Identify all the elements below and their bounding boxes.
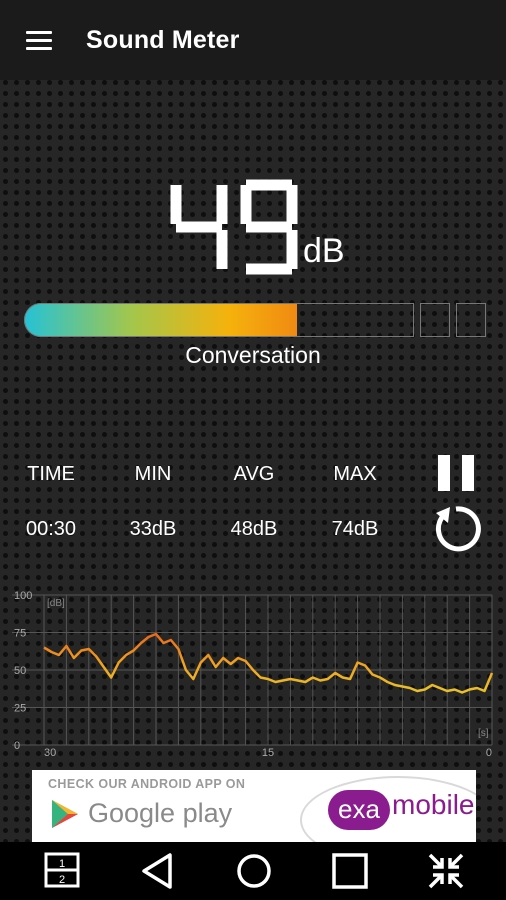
sound-history-chart: 100 75 50 25 0 30 15 0 [dB] [s] [12,590,494,759]
google-play-text: Google play [88,798,233,828]
x-tick-label: 15 [262,747,274,759]
avg-value: 48dB [230,518,278,540]
collapse-icon[interactable] [416,842,476,900]
reset-icon[interactable] [430,503,482,555]
ad-header-text: CHECK OUR ANDROID APP ON [48,777,246,791]
level-meter-segment [420,303,450,337]
max-header: MAX [333,463,377,485]
hamburger-menu-icon[interactable] [26,31,52,51]
pause-icon[interactable] [438,455,476,491]
home-icon[interactable] [224,842,284,900]
max-value: 74dB [331,518,379,540]
y-tick-label: 0 [14,740,20,752]
dual-window-icon[interactable]: 1 2 [32,842,92,900]
exa-logo-text: mobile [392,789,475,820]
level-meter-segment [456,303,486,337]
ad-banner[interactable]: CHECK OUR ANDROID APP ON Google play exa… [32,770,476,842]
app-title: Sound Meter [86,26,240,54]
exa-logo-badge: exa [328,790,390,830]
google-play-icon [52,800,78,828]
app-bar: Sound Meter [0,0,506,80]
avg-header: AVG [233,463,275,485]
x-unit-label: [s] [478,728,489,739]
y-tick-label: 75 [14,628,26,640]
system-navigation-bar: 1 2 [0,842,506,900]
x-tick-label: 0 [486,747,492,759]
recents-icon[interactable] [320,842,380,900]
noise-level-label: Conversation [185,342,321,368]
db-unit-label: dB [303,232,345,270]
reading-digit [240,179,298,275]
y-unit-label: [dB] [47,598,65,609]
y-tick-label: 25 [14,703,26,715]
svg-text:1: 1 [59,858,65,870]
y-tick-label: 100 [14,590,32,602]
back-icon[interactable] [128,842,188,900]
level-meter-track [24,303,414,337]
min-value: 33dB [129,518,177,540]
svg-text:2: 2 [59,874,65,886]
x-tick-label: 30 [44,747,56,759]
reading-digit [170,185,228,269]
y-tick-label: 50 [14,665,26,677]
min-header: MIN [134,463,172,485]
time-header: TIME [27,463,75,485]
level-meter-bar [24,303,486,339]
time-value: 00:30 [25,518,77,540]
